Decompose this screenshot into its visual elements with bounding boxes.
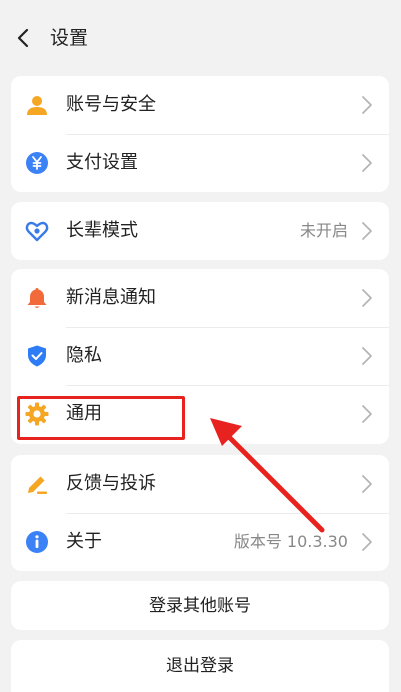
chevron-right-icon <box>362 96 372 114</box>
chevron-right-icon <box>362 475 372 493</box>
chevron-right-icon <box>362 154 372 172</box>
row-label: 账号与安全 <box>66 94 156 115</box>
back-button[interactable] <box>10 22 40 54</box>
row-payment-settings[interactable]: 支付设置 <box>11 134 389 192</box>
row-label: 新消息通知 <box>66 287 156 308</box>
row-label: 关于 <box>66 531 102 552</box>
row-label: 反馈与投诉 <box>66 473 156 494</box>
support-group: 反馈与投诉 关于 版本号 10.3.30 <box>11 455 389 571</box>
row-label: 支付设置 <box>66 152 138 173</box>
row-label: 长辈模式 <box>66 220 138 241</box>
row-privacy[interactable]: 隐私 <box>11 327 389 385</box>
row-about[interactable]: 关于 版本号 10.3.30 <box>11 513 389 571</box>
shield-icon <box>28 345 46 367</box>
chevron-right-icon <box>362 347 372 365</box>
account-group: 账号与安全 支付设置 <box>11 76 389 192</box>
login-other-account-button[interactable]: 登录其他账号 <box>11 581 389 630</box>
row-notifications[interactable]: 新消息通知 <box>11 269 389 327</box>
button-label: 退出登录 <box>166 656 234 676</box>
chevron-right-icon <box>362 289 372 307</box>
version-value: 版本号 10.3.30 <box>233 532 348 551</box>
header-bar: 设置 <box>0 0 401 74</box>
chevron-right-icon <box>362 405 372 423</box>
highlight-box <box>17 396 185 440</box>
bell-icon <box>27 288 47 308</box>
logout-button[interactable]: 退出登录 <box>11 640 389 692</box>
chevron-left-icon <box>17 28 29 48</box>
chevron-right-icon <box>362 533 372 551</box>
page-title: 设置 <box>50 27 89 49</box>
row-feedback[interactable]: 反馈与投诉 <box>11 455 389 513</box>
button-label: 登录其他账号 <box>149 596 251 616</box>
chevron-right-icon <box>362 222 372 240</box>
edit-icon <box>28 476 47 494</box>
heart-icon <box>25 221 49 242</box>
yuan-icon <box>26 152 48 174</box>
row-value: 未开启 <box>299 221 348 240</box>
row-account-security[interactable]: 账号与安全 <box>11 76 389 134</box>
row-elder-mode[interactable]: 长辈模式 未开启 <box>11 202 389 260</box>
info-icon <box>26 531 48 553</box>
elder-mode-group: 长辈模式 未开启 <box>11 202 389 260</box>
user-icon <box>27 96 47 115</box>
row-label: 隐私 <box>66 345 102 366</box>
